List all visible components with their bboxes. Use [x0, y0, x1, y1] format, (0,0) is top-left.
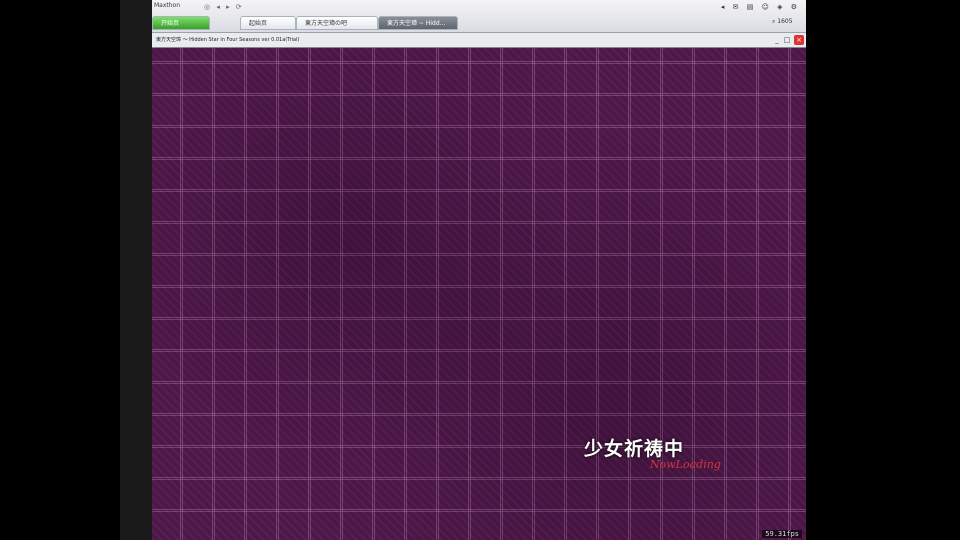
loading-text: 少女祈祷中	[584, 438, 685, 460]
browser-toolbar: Maxthon ◎ ◂ ▸ ⟳ ◂ ✉ ▤ ☺ ◈ ⚙ 开始页 起始页 東方天空…	[152, 0, 806, 33]
browser-menu-button[interactable]: Maxthon	[154, 2, 180, 9]
game-canvas[interactable]: 少女祈祷中 NowLoading 59.31fps	[152, 48, 806, 540]
nav-icons[interactable]: ◎ ◂ ▸ ⟳	[204, 3, 244, 11]
toolbar-row: Maxthon ◎ ◂ ▸ ⟳ ◂ ✉ ▤ ☺ ◈ ⚙	[152, 0, 806, 14]
window-title: 東方天空璋 ～ Hidden Star in Four Seasons ver …	[156, 37, 300, 43]
window-title-bar[interactable]: 東方天空璋 ～ Hidden Star in Four Seasons ver …	[152, 33, 806, 48]
loading-subtext: NowLoading	[650, 458, 721, 471]
tab-game[interactable]: 東方天空璋 ~ Hidd...	[378, 16, 458, 30]
letterbox-left	[0, 0, 120, 540]
tab-start[interactable]: 起始页	[240, 16, 296, 30]
letterbox-right	[806, 0, 960, 540]
maximize-button[interactable]: □	[782, 35, 792, 45]
fps-counter: 59.31fps	[762, 530, 802, 538]
search-button[interactable]: ⌕ 1605	[772, 18, 802, 28]
screen: Maxthon ◎ ◂ ▸ ⟳ ◂ ✉ ▤ ☺ ◈ ⚙ 开始页 起始页 東方天空…	[120, 0, 806, 540]
tray-icons[interactable]: ◂ ✉ ▤ ☺ ◈ ⚙	[721, 3, 800, 11]
minimize-button[interactable]: _	[772, 35, 782, 45]
tab-strip: 开始页 起始页 東方天空璋の吧 東方天空璋 ~ Hidd... ⌕ 1605	[152, 15, 806, 31]
close-button[interactable]: ×	[794, 35, 804, 45]
tab-forum[interactable]: 東方天空璋の吧	[296, 16, 378, 30]
tab-home[interactable]: 开始页	[152, 16, 210, 30]
